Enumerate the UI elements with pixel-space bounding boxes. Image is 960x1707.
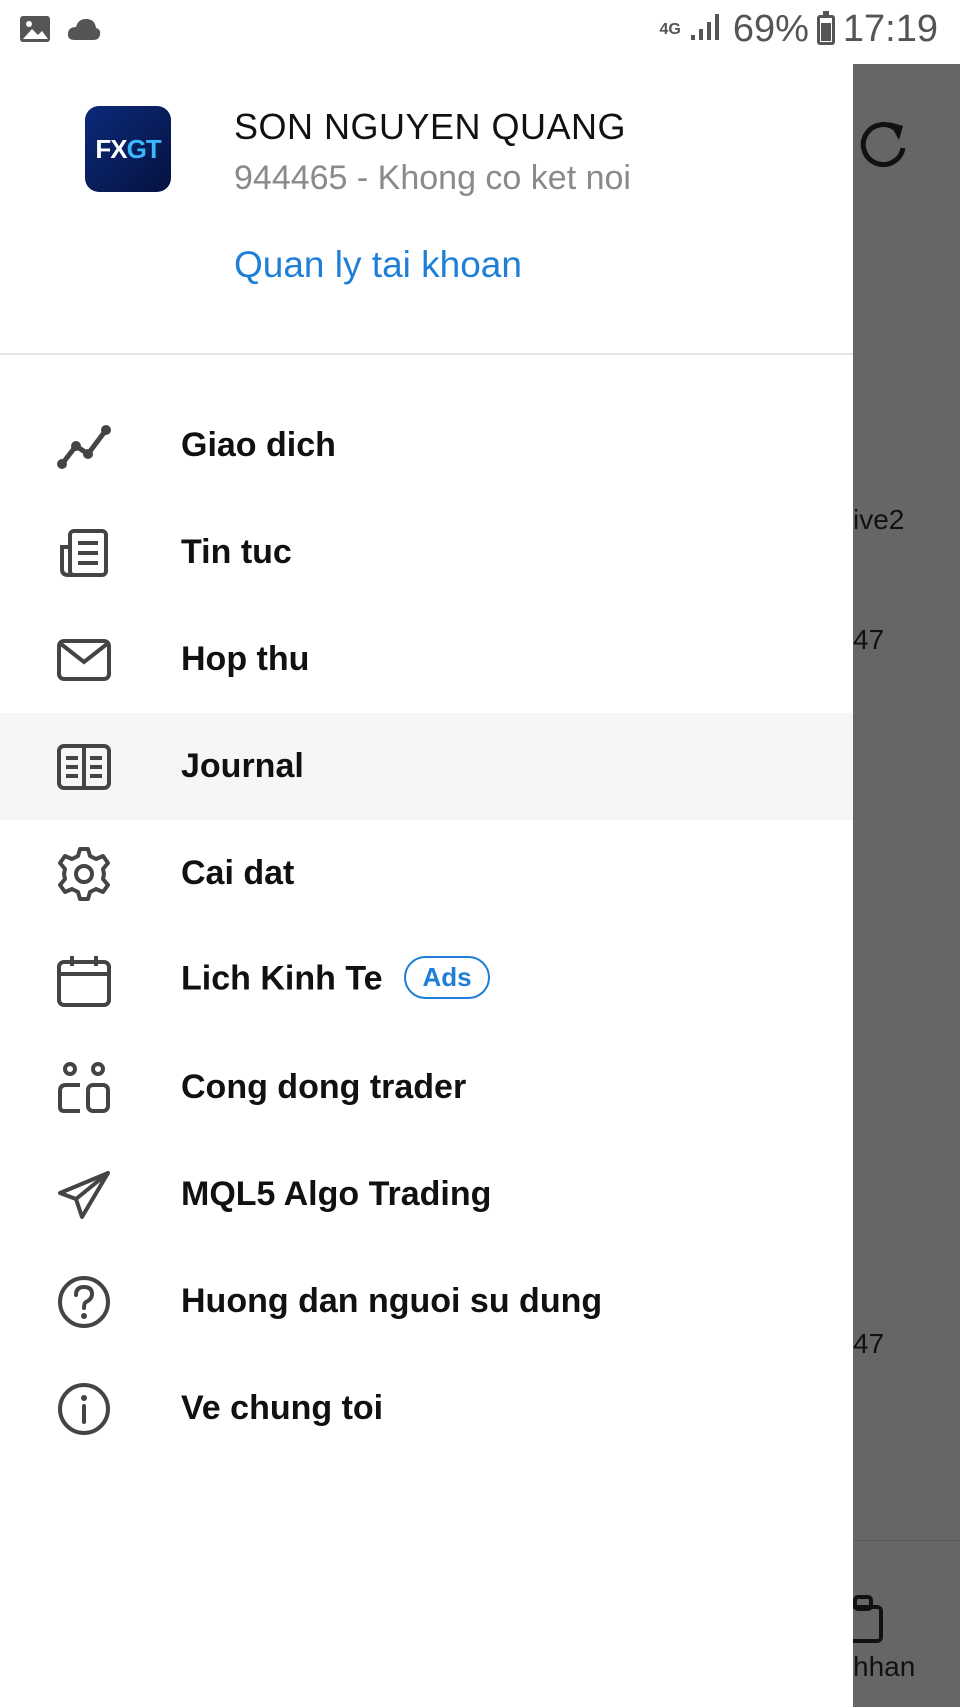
info-icon	[56, 1381, 112, 1437]
account-header: FX GT SON NGUYEN QUANG 944465 - Khong co …	[0, 64, 853, 355]
status-bar: 4G 69% 17:19	[0, 0, 960, 64]
clock: 17:19	[842, 8, 938, 50]
menu-item-trade[interactable]: Giao dich	[0, 392, 853, 499]
menu-item-journal[interactable]: Journal	[0, 713, 853, 820]
status-left	[18, 14, 102, 49]
send-icon	[56, 1167, 112, 1223]
logo-text-gt: GT	[126, 133, 162, 164]
cloud-notification-icon	[66, 16, 102, 47]
drawer-menu: Giao dich Tin tuc Hop thu Journal Cai da…	[0, 392, 853, 1462]
menu-item-label: Tin tuc	[181, 533, 292, 571]
status-right: 4G 69% 17:19	[660, 8, 939, 51]
menu-item-settings[interactable]: Cai dat	[0, 820, 853, 927]
background-overlay[interactable]: ive2 47 47 hhan	[853, 64, 960, 1707]
menu-item-economic-calendar[interactable]: Lich Kinh Te Ads	[0, 927, 853, 1034]
menu-item-user-guide[interactable]: Huong dan nguoi su dung	[0, 1248, 853, 1355]
news-icon	[56, 525, 112, 581]
navigation-drawer: FX GT SON NGUYEN QUANG 944465 - Khong co …	[0, 64, 853, 1707]
logo-text-fx: FX	[95, 133, 127, 164]
menu-item-text: Lich Kinh Te	[181, 959, 383, 998]
menu-item-about[interactable]: Ve chung toi	[0, 1355, 853, 1462]
menu-item-label: Huong dan nguoi su dung	[181, 1282, 603, 1320]
menu-item-community[interactable]: Cong dong trader	[0, 1034, 853, 1141]
gear-icon	[56, 846, 112, 902]
briefcase-icon	[853, 1593, 887, 1654]
refresh-icon[interactable]	[853, 114, 913, 179]
menu-item-label: Ve chung toi	[181, 1389, 384, 1427]
menu-item-mailbox[interactable]: Hop thu	[0, 606, 853, 713]
menu-item-news[interactable]: Tin tuc	[0, 499, 853, 606]
chart-line-icon	[56, 418, 112, 474]
network-type: 4G	[659, 20, 681, 38]
mail-icon	[56, 632, 112, 688]
calendar-icon	[56, 953, 112, 1009]
background-tab-label: hhan	[853, 1651, 916, 1682]
menu-item-mql5[interactable]: MQL5 Algo Trading	[0, 1141, 853, 1248]
ads-badge: Ads	[404, 956, 490, 999]
background-text: 47	[853, 624, 885, 655]
background-text: 47	[853, 1328, 885, 1359]
background-bottom-nav: hhan	[853, 1540, 960, 1707]
community-icon	[56, 1060, 112, 1116]
battery-icon	[816, 10, 835, 45]
menu-item-label: Cai dat	[181, 854, 295, 892]
account-name: SON NGUYEN QUANG	[234, 106, 627, 147]
menu-item-label: Cong dong trader	[181, 1068, 467, 1106]
menu-item-label: Giao dich	[181, 426, 336, 464]
image-notification-icon	[18, 14, 52, 49]
menu-item-label: Journal	[181, 747, 304, 785]
menu-item-label: Lich Kinh Te Ads	[181, 956, 490, 1002]
journal-icon	[56, 739, 112, 795]
manage-accounts-link[interactable]: Quan ly tai khoan	[234, 244, 522, 286]
account-status: 944465 - Khong co ket noi	[234, 159, 631, 197]
help-icon	[56, 1274, 112, 1330]
menu-item-label: Hop thu	[181, 640, 310, 678]
signal-icon	[689, 8, 725, 51]
background-text: ive2	[853, 504, 905, 535]
broker-logo: FX GT	[85, 106, 171, 192]
menu-item-label: MQL5 Algo Trading	[181, 1175, 492, 1213]
battery-percent: 69%	[732, 8, 809, 50]
